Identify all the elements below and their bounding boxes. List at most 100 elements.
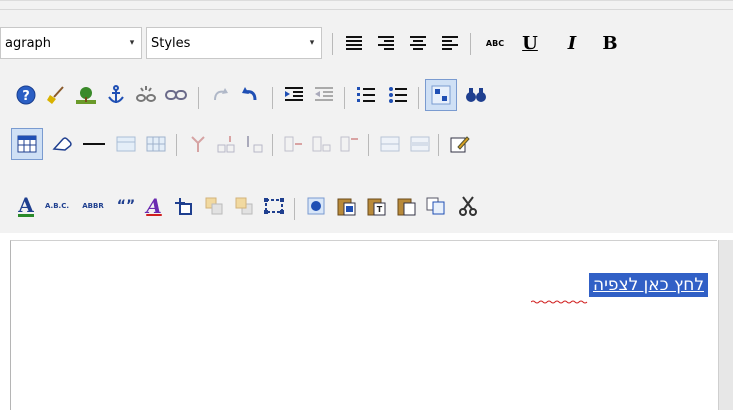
separator <box>198 87 199 109</box>
outdent-icon <box>315 87 333 101</box>
copy-icon <box>426 197 445 215</box>
selected-text-content: לחץ כאן לצפיה <box>592 275 704 295</box>
separator <box>176 134 177 156</box>
delete-column-button[interactable] <box>336 130 364 158</box>
insert-column-after-button[interactable] <box>280 130 308 158</box>
indent-icon <box>285 87 303 101</box>
undo-icon <box>242 87 257 101</box>
horizontal-rule-icon <box>83 143 105 145</box>
selected-link-text[interactable]: לחץ כאן לצפיה <box>588 273 708 297</box>
underline-label: U <box>522 32 538 54</box>
link-button[interactable] <box>162 81 190 109</box>
align-justify-icon <box>442 36 458 50</box>
broom-icon <box>47 86 64 104</box>
format-select[interactable]: agraph ▾ <box>0 27 142 59</box>
editor-content-area[interactable] <box>10 240 717 410</box>
toolbar-divider <box>0 9 733 10</box>
table-icon <box>17 135 37 153</box>
row-props-button[interactable] <box>376 130 404 158</box>
outdent-button[interactable] <box>310 81 338 109</box>
paste-word-icon <box>337 198 356 216</box>
align-left-button[interactable] <box>340 29 368 57</box>
editor-toolbar: agraph ▾ Styles ▾ ABC U I B ? A A.B.C. A… <box>0 0 733 233</box>
table-row-button[interactable] <box>112 130 140 158</box>
separator <box>332 33 333 55</box>
move-backward-button[interactable] <box>200 192 228 220</box>
special-char-icon <box>307 197 325 215</box>
merge-right-icon <box>247 136 263 153</box>
underline-button[interactable]: U <box>516 29 544 57</box>
abbreviation-button[interactable]: ABBR <box>76 192 110 220</box>
spellcheck-button[interactable]: ABC <box>478 29 512 57</box>
move-forward-button[interactable] <box>230 192 258 220</box>
unlink-button[interactable] <box>132 81 160 109</box>
split-cell-button[interactable] <box>184 130 212 158</box>
copy-button[interactable] <box>422 192 450 220</box>
anchor-button[interactable] <box>102 81 130 109</box>
absolute-position-button[interactable] <box>260 192 288 220</box>
paste-text-button[interactable]: T <box>362 192 390 220</box>
blockquote-button[interactable]: “” <box>112 192 140 220</box>
unordered-list-button[interactable] <box>384 81 412 109</box>
insert-column-before-button[interactable] <box>308 130 336 158</box>
insert-special-char-button[interactable] <box>302 192 330 220</box>
show-blocks-icon <box>431 85 451 105</box>
align-center-button[interactable] <box>404 29 432 57</box>
align-left-icon <box>346 36 362 50</box>
styles-select[interactable]: Styles ▾ <box>146 27 322 59</box>
style-label: A <box>146 194 162 218</box>
acronym-label: A.B.C. <box>45 202 69 210</box>
help-icon: ? <box>16 85 36 105</box>
insert-layer-button[interactable] <box>170 192 198 220</box>
font-color-button[interactable]: A <box>12 192 40 220</box>
indent-button[interactable] <box>280 81 308 109</box>
layer-backward-icon <box>205 197 223 215</box>
editor-scrollbar[interactable] <box>718 240 733 410</box>
eraser-button[interactable] <box>48 130 76 158</box>
merge-down-button[interactable] <box>212 130 240 158</box>
separator <box>438 134 439 156</box>
table-button[interactable] <box>11 128 43 160</box>
show-blocks-button[interactable] <box>425 79 457 111</box>
delete-column-icon <box>340 136 358 152</box>
cell-props-icon <box>410 136 430 152</box>
merge-right-button[interactable] <box>240 130 268 158</box>
help-button[interactable]: ? <box>12 81 40 109</box>
split-cell-icon <box>191 136 205 152</box>
abbreviation-label: ABBR <box>82 202 104 210</box>
link-icon <box>165 90 187 100</box>
table-row-icon <box>116 136 136 152</box>
binoculars-icon <box>466 88 486 102</box>
horizontal-rule-button[interactable] <box>80 130 108 158</box>
paste-button[interactable] <box>392 192 420 220</box>
undo-button[interactable] <box>236 81 264 109</box>
cut-button[interactable] <box>454 192 482 220</box>
table-cell-button[interactable] <box>142 130 170 158</box>
find-button[interactable] <box>462 81 490 109</box>
unlink-icon <box>136 86 156 102</box>
scissors-icon <box>459 196 477 216</box>
chevron-down-icon: ▾ <box>309 38 315 48</box>
separator <box>344 87 345 109</box>
cleanup-button[interactable] <box>42 81 70 109</box>
bold-button[interactable]: B <box>596 29 624 57</box>
edit-html-button[interactable] <box>446 130 474 158</box>
eraser-icon <box>52 137 72 151</box>
ordered-list-button[interactable] <box>352 81 380 109</box>
align-right-button[interactable] <box>372 29 400 57</box>
separator <box>272 134 273 156</box>
paste-word-button[interactable] <box>332 192 360 220</box>
row-props-icon <box>380 136 400 152</box>
format-select-value: agraph <box>5 35 52 51</box>
acronym-button[interactable]: A.B.C. <box>40 192 74 220</box>
insert-image-button[interactable] <box>72 81 100 109</box>
svg-text:?: ? <box>22 89 30 104</box>
redo-button[interactable] <box>206 81 234 109</box>
spellcheck-icon: ABC <box>485 38 505 48</box>
insert-column-icon <box>284 136 302 152</box>
insert-column-before-icon <box>312 136 331 152</box>
cell-props-button[interactable] <box>406 130 434 158</box>
align-justify-button[interactable] <box>436 29 464 57</box>
style-props-button[interactable]: A <box>140 192 168 220</box>
italic-button[interactable]: I <box>558 29 586 57</box>
